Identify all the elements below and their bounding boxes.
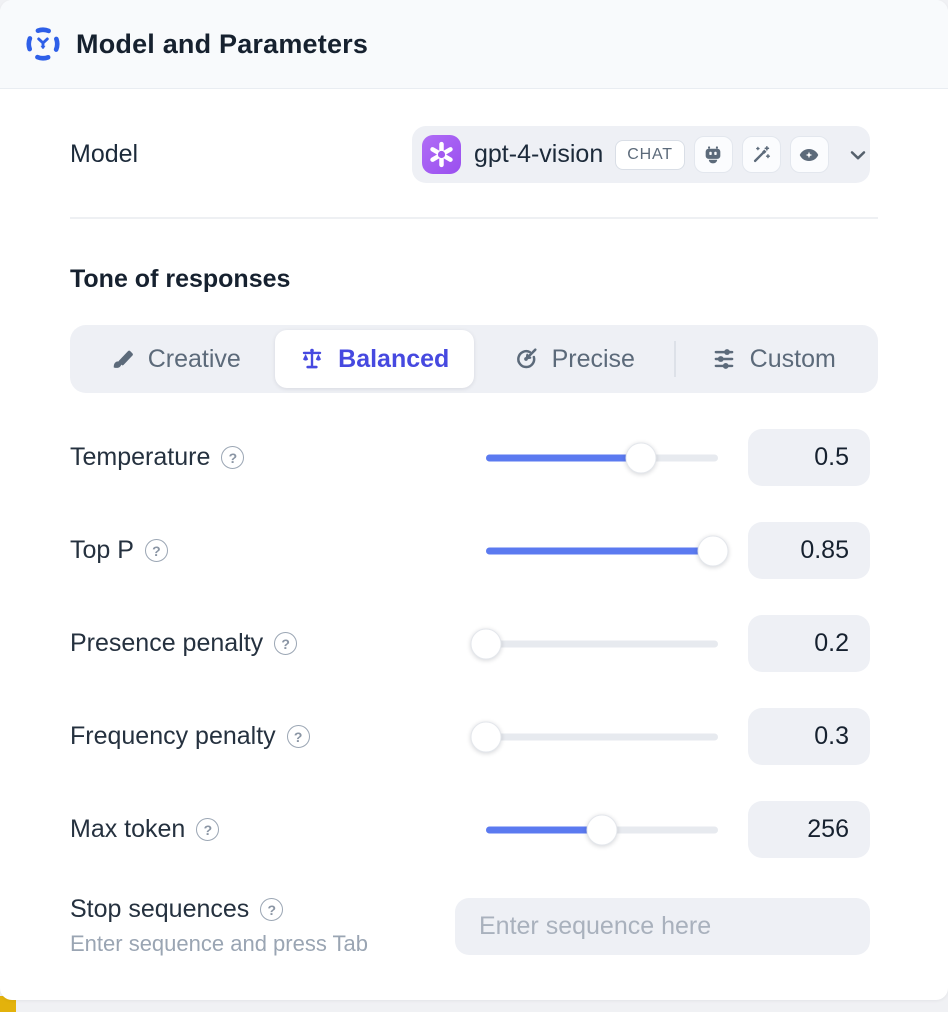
max-token-slider[interactable] bbox=[486, 813, 718, 847]
stop-sequences-hint: Enter sequence and press Tab bbox=[70, 931, 455, 957]
chevron-down-icon bbox=[846, 143, 870, 167]
model-row: Model gpt-4-vi bbox=[0, 126, 948, 183]
slider-thumb[interactable] bbox=[698, 535, 729, 566]
tone-segmented-control: Creative Balanced bbox=[70, 325, 878, 393]
section-divider bbox=[70, 217, 878, 219]
model-label: Model bbox=[70, 140, 412, 169]
tone-option-precise[interactable]: Precise bbox=[474, 330, 674, 388]
tone-option-label: Precise bbox=[552, 345, 635, 374]
openai-logo bbox=[422, 135, 461, 174]
stop-sequences-label: Stop sequences bbox=[70, 895, 249, 924]
max-token-value: 256 bbox=[748, 801, 870, 858]
tone-option-creative[interactable]: Creative bbox=[75, 330, 275, 388]
magic-wand-icon bbox=[742, 136, 781, 173]
help-icon[interactable]: ? bbox=[145, 539, 168, 562]
presence-penalty-value: 0.2 bbox=[748, 615, 870, 672]
slider-fill bbox=[486, 547, 713, 554]
top-p-value: 0.85 bbox=[748, 522, 870, 579]
temperature-slider[interactable] bbox=[486, 441, 718, 475]
balance-scale-icon bbox=[299, 346, 325, 372]
sliders-icon bbox=[711, 346, 737, 372]
target-icon bbox=[513, 346, 539, 372]
slider-thumb[interactable] bbox=[587, 814, 618, 845]
presence-penalty-slider[interactable] bbox=[486, 627, 718, 661]
tone-heading: Tone of responses bbox=[70, 265, 878, 294]
tone-option-balanced[interactable]: Balanced bbox=[275, 330, 475, 388]
slider-thumb[interactable] bbox=[471, 721, 502, 752]
panel-header: Model and Parameters bbox=[0, 0, 948, 89]
slider-thumb[interactable] bbox=[626, 442, 657, 473]
help-icon[interactable]: ? bbox=[221, 446, 244, 469]
tone-option-custom[interactable]: Custom bbox=[674, 330, 874, 388]
tone-option-label: Balanced bbox=[338, 345, 449, 374]
merge-focus-icon bbox=[24, 25, 62, 63]
vision-eye-icon bbox=[790, 136, 829, 173]
frequency-penalty-value: 0.3 bbox=[748, 708, 870, 765]
stop-sequences-row: Stop sequences ? Enter sequence and pres… bbox=[0, 895, 948, 957]
model-select-dropdown[interactable]: gpt-4-vision CHAT bbox=[412, 126, 870, 183]
help-icon[interactable]: ? bbox=[274, 632, 297, 655]
parameter-row-max-token: Max token ? 256 bbox=[0, 801, 948, 858]
help-icon[interactable]: ? bbox=[287, 725, 310, 748]
paintbrush-icon bbox=[109, 346, 135, 372]
parameter-label: Presence penalty bbox=[70, 629, 263, 658]
selected-model-name: gpt-4-vision bbox=[474, 140, 603, 169]
tone-option-label: Creative bbox=[148, 345, 241, 374]
parameter-label: Top P bbox=[70, 536, 134, 565]
panel-title: Model and Parameters bbox=[76, 29, 368, 60]
parameter-row-frequency-penalty: Frequency penalty ? 0.3 bbox=[0, 708, 948, 765]
slider-fill bbox=[486, 826, 602, 833]
slider-track bbox=[486, 733, 718, 740]
robot-icon bbox=[694, 136, 733, 173]
help-icon[interactable]: ? bbox=[260, 898, 283, 921]
model-and-parameters-panel: Model and Parameters Model bbox=[0, 0, 948, 1000]
stop-sequence-input[interactable] bbox=[455, 898, 870, 955]
slider-thumb[interactable] bbox=[471, 628, 502, 659]
parameter-label: Frequency penalty bbox=[70, 722, 276, 751]
parameter-row-top-p: Top P ? 0.85 bbox=[0, 522, 948, 579]
parameter-label: Max token bbox=[70, 815, 185, 844]
parameter-row-presence-penalty: Presence penalty ? 0.2 bbox=[0, 615, 948, 672]
tone-option-label: Custom bbox=[750, 345, 836, 374]
help-icon[interactable]: ? bbox=[196, 818, 219, 841]
parameter-label: Temperature bbox=[70, 443, 210, 472]
parameter-row-temperature: Temperature ? 0.5 bbox=[0, 429, 948, 486]
frequency-penalty-slider[interactable] bbox=[486, 720, 718, 754]
chat-type-badge: CHAT bbox=[615, 140, 685, 170]
temperature-value: 0.5 bbox=[748, 429, 870, 486]
slider-fill bbox=[486, 454, 641, 461]
slider-track bbox=[486, 640, 718, 647]
top-p-slider[interactable] bbox=[486, 534, 718, 568]
